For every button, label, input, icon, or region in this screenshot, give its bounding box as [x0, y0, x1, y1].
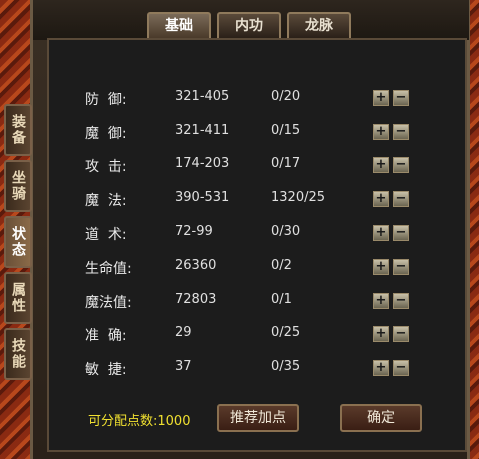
stat-value: 37: [175, 359, 192, 374]
free-points-label: 可分配点数:: [88, 414, 158, 429]
stat-value: 26360: [175, 258, 217, 273]
side-tab-status[interactable]: 状态: [4, 216, 32, 268]
stat-value: 72-99: [175, 224, 213, 239]
free-points-value: 1000: [157, 414, 191, 429]
minus-icon[interactable]: −: [393, 293, 409, 309]
minus-icon[interactable]: −: [393, 191, 409, 207]
confirm-button[interactable]: 确定: [340, 404, 422, 432]
stat-label: 敏 捷:: [85, 362, 127, 378]
stat-points: 0/2: [271, 258, 292, 273]
stat-points: 1320/25: [271, 190, 326, 205]
side-tab-equipment[interactable]: 装备: [4, 104, 32, 156]
stat-row-accuracy: 准 确: 29 0/25 + −: [47, 325, 467, 349]
plus-icon[interactable]: +: [373, 259, 389, 275]
stat-value: 321-411: [175, 123, 230, 138]
plus-icon[interactable]: +: [373, 157, 389, 173]
stat-row-taoism: 道 术: 72-99 0/30 + −: [47, 224, 467, 248]
stat-row-hp: 生命值: 26360 0/2 + −: [47, 258, 467, 282]
stat-label: 道 术:: [85, 227, 127, 243]
stat-label: 防 御:: [85, 92, 127, 108]
side-tab-mount[interactable]: 坐骑: [4, 160, 32, 212]
plus-icon[interactable]: +: [373, 191, 389, 207]
plus-icon[interactable]: +: [373, 225, 389, 241]
minus-icon[interactable]: −: [393, 259, 409, 275]
stat-label: 准 确:: [85, 328, 127, 344]
stat-row-defense: 防 御: 321-405 0/20 + −: [47, 89, 467, 113]
stat-row-agility: 敏 捷: 37 0/35 + −: [47, 359, 467, 383]
stat-row-magic-defense: 魔 御: 321-411 0/15 + −: [47, 123, 467, 147]
stat-row-mp: 魔法值: 72803 0/1 + −: [47, 292, 467, 316]
free-points: 可分配点数:1000: [88, 410, 190, 429]
stat-label: 魔法值:: [85, 295, 132, 311]
stat-points: 0/25: [271, 325, 301, 340]
plus-icon[interactable]: +: [373, 90, 389, 106]
minus-icon[interactable]: −: [393, 326, 409, 342]
minus-icon[interactable]: −: [393, 157, 409, 173]
stat-value: 29: [175, 325, 192, 340]
stat-row-magic: 魔 法: 390-531 1320/25 + −: [47, 190, 467, 214]
minus-icon[interactable]: −: [393, 225, 409, 241]
plus-icon[interactable]: +: [373, 326, 389, 342]
stat-label: 攻 击:: [85, 159, 127, 175]
stat-points: 0/20: [271, 89, 301, 104]
tab-basic[interactable]: 基础: [147, 12, 211, 38]
tab-inner-power[interactable]: 内功: [217, 12, 281, 38]
stat-value: 72803: [175, 292, 217, 307]
stat-label: 魔 御:: [85, 126, 127, 142]
plus-icon[interactable]: +: [373, 293, 389, 309]
stat-label: 生命值:: [85, 261, 132, 277]
side-tab-skills[interactable]: 技能: [4, 328, 32, 380]
minus-icon[interactable]: −: [393, 360, 409, 376]
stat-row-attack: 攻 击: 174-203 0/17 + −: [47, 156, 467, 180]
minus-icon[interactable]: −: [393, 124, 409, 140]
tab-dragon-vein[interactable]: 龙脉: [287, 12, 351, 38]
side-tab-attributes[interactable]: 属性: [4, 272, 32, 324]
plus-icon[interactable]: +: [373, 360, 389, 376]
recommend-points-button[interactable]: 推荐加点: [217, 404, 299, 432]
stat-points: 0/17: [271, 156, 301, 171]
stat-label: 魔 法:: [85, 193, 127, 209]
stat-value: 321-405: [175, 89, 230, 104]
stat-points: 0/1: [271, 292, 292, 307]
stat-value: 174-203: [175, 156, 230, 171]
stat-points: 0/15: [271, 123, 301, 138]
stat-points: 0/35: [271, 359, 301, 374]
plus-icon[interactable]: +: [373, 124, 389, 140]
stat-value: 390-531: [175, 190, 230, 205]
minus-icon[interactable]: −: [393, 90, 409, 106]
stat-points: 0/30: [271, 224, 301, 239]
